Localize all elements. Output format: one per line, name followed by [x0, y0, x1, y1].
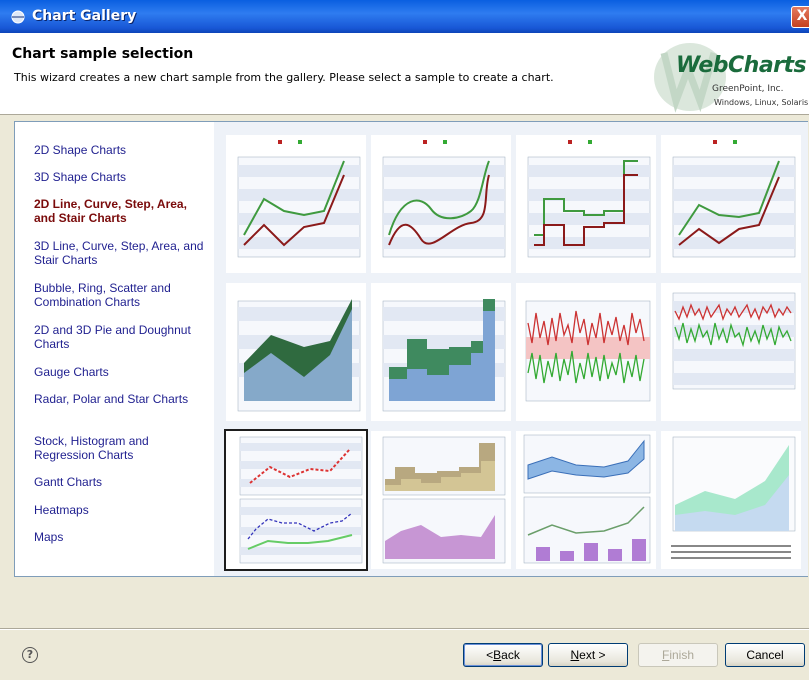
category-item[interactable]: 3D Shape Charts — [34, 170, 209, 184]
thumbnail-dense-line-chart[interactable] — [516, 283, 656, 421]
cancel-button[interactable]: Cancel — [725, 643, 805, 667]
logo-platforms: Windows, Linux, Solaris — [714, 98, 809, 107]
category-item[interactable]: Stock, Histogram and Regression Charts — [34, 434, 209, 462]
line-chart-preview — [237, 140, 361, 258]
thumbnail-line-chart[interactable] — [226, 135, 366, 273]
thumbnail-dashed-line-stack[interactable] — [224, 429, 368, 571]
logo-company: GreenPoint, Inc. — [712, 84, 784, 94]
dashed-line-stack-preview — [239, 436, 363, 564]
window-icon — [11, 10, 25, 24]
close-button[interactable]: X — [791, 6, 809, 28]
line-chart-2-preview — [672, 140, 796, 258]
category-item[interactable]: Maps — [34, 530, 209, 544]
thumbnail-dense-line-chart-2[interactable] — [661, 283, 801, 421]
step-area-chart-preview — [382, 299, 506, 412]
finish-button[interactable]: Finish — [638, 643, 718, 667]
step-chart-preview — [527, 140, 651, 258]
category-item[interactable]: Heatmaps — [34, 503, 209, 517]
category-item[interactable]: 2D Shape Charts — [34, 143, 209, 157]
thumbnail-step-chart[interactable] — [516, 135, 656, 273]
chart-gallery-dialog: Chart Gallery X Chart sample selection T… — [0, 0, 809, 680]
thumbnail-stacked-area[interactable] — [661, 431, 801, 569]
stacked-area-preview — [671, 436, 796, 559]
help-icon[interactable]: ? — [22, 647, 38, 663]
area-chart-preview — [237, 299, 361, 412]
next-label-mnemonic: N — [570, 648, 580, 662]
back-label-rest: ack — [501, 648, 520, 662]
thumbnail-area-chart[interactable] — [226, 283, 366, 421]
footer-separator — [0, 628, 809, 630]
category-item[interactable]: Gantt Charts — [34, 475, 209, 489]
stair-area-stack-preview — [382, 436, 506, 564]
chart-thumbnail-gallery — [214, 122, 808, 576]
finish-label-rest: inish — [669, 648, 695, 662]
selection-panel: 2D Shape Charts 3D Shape Charts 2D Line,… — [14, 121, 808, 577]
next-label-rest: ext > — [579, 648, 606, 662]
page-description: This wizard creates a new chart sample f… — [14, 71, 554, 84]
thumbnail-curve-chart[interactable] — [371, 135, 511, 273]
thumbnail-line-chart-2[interactable] — [661, 135, 801, 273]
thumbnail-stair-area-stack[interactable] — [371, 431, 511, 569]
title-bar: Chart Gallery X — [0, 0, 809, 33]
next-button[interactable]: Next > — [548, 643, 628, 667]
category-item[interactable]: 2D and 3D Pie and Doughnut Charts — [34, 323, 209, 351]
back-button[interactable]: <Back — [463, 643, 543, 667]
wizard-header: Chart sample selection This wizard creat… — [0, 33, 809, 115]
page-title: Chart sample selection — [12, 46, 194, 62]
curve-chart-preview — [382, 140, 506, 258]
area-bar-combo-preview — [523, 434, 651, 564]
window-title: Chart Gallery — [32, 8, 137, 24]
category-item[interactable]: Gauge Charts — [34, 365, 209, 379]
thumbnail-step-area-chart[interactable] — [371, 283, 511, 421]
thumbnail-area-bar-combo[interactable] — [516, 431, 656, 569]
dense-line-chart-preview — [525, 300, 651, 402]
back-label-mnemonic: B — [493, 648, 502, 662]
logo-brand: WebCharts — [676, 53, 807, 78]
dense-line-chart-2-preview — [672, 292, 796, 390]
category-item[interactable]: Bubble, Ring, Scatter and Combination Ch… — [34, 281, 209, 309]
category-list: 2D Shape Charts 3D Shape Charts 2D Line,… — [15, 122, 213, 576]
category-item[interactable]: 3D Line, Curve, Step, Area, and Stair Ch… — [34, 239, 209, 267]
category-item-selected[interactable]: 2D Line, Curve, Step, Area, and Stair Ch… — [34, 197, 209, 225]
webcharts-logo: WebCharts GreenPoint, Inc. Windows, Linu… — [652, 37, 809, 113]
category-item[interactable]: Radar, Polar and Star Charts — [34, 392, 209, 406]
